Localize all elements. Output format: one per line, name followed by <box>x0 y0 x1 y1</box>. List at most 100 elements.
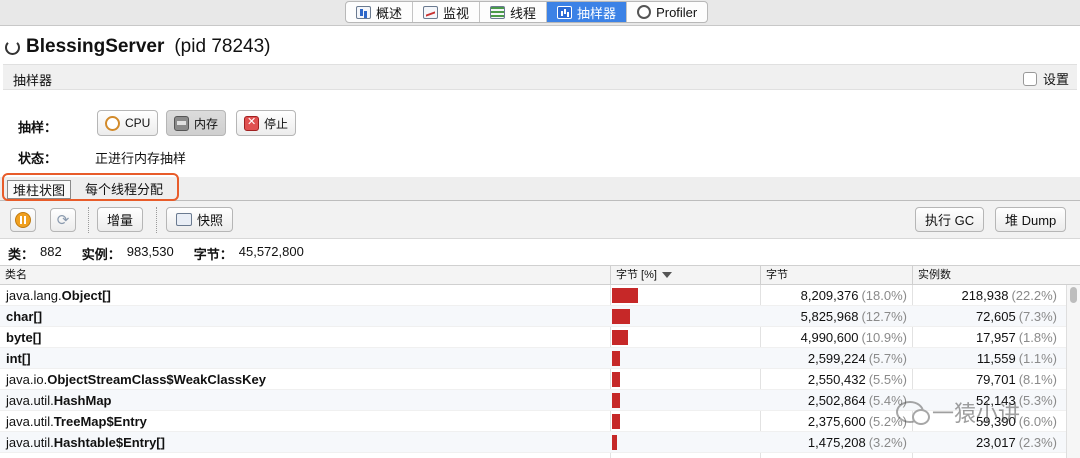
instances-value: 79,701 <box>975 372 1016 387</box>
table-row[interactable]: int[] 2,599,224 (5.7%) 11,559 (1.1%) <box>0 348 1066 369</box>
heap-dump-button[interactable]: 堆 Dump <box>995 207 1067 232</box>
view-tabs: 概述 监视 线程 抽样器 Profiler <box>345 1 709 23</box>
bytes-label: 字节： <box>193 247 233 262</box>
instances-value: 11,559 <box>976 351 1016 366</box>
header-class-name: 类名 <box>5 269 27 281</box>
bytes-percent: (5.7%) <box>868 351 907 366</box>
bytes-cell: 2,502,864 (5.4%) <box>762 390 912 411</box>
bytes-value: 2,550,432 <box>807 372 866 387</box>
column-header-instances[interactable]: 实例数 <box>912 266 1080 285</box>
instances-cell: 11,559 (1.1%) <box>914 348 1062 369</box>
pause-icon <box>15 212 31 228</box>
loading-spinner-icon <box>5 39 20 55</box>
page-title: BlessingServer (pid 78243) <box>5 36 270 58</box>
watermark-text: 一猿小讲 <box>932 401 1021 426</box>
memory-sample-button[interactable]: 内存 <box>166 110 227 136</box>
tab-sampler[interactable]: 抽样器 <box>547 2 628 22</box>
instances-percent: (1.8%) <box>1018 330 1057 345</box>
instances-cell: 218,938 (22.2%) <box>914 285 1062 306</box>
bytes-value: 2,375,600 <box>807 414 866 429</box>
instances-percent: (1.1%) <box>1018 351 1057 366</box>
status-value: 正进行内存抽样 <box>95 151 187 166</box>
class-simple-name: char[] <box>6 309 43 324</box>
bytes-cell: 5,825,968 (12.7%) <box>762 306 912 327</box>
class-simple-name: Object[] <box>61 288 111 303</box>
header-instances: 实例数 <box>918 269 951 281</box>
summary-line: 类： 882 实例： 983,530 字节： 45,572,800 <box>8 244 304 263</box>
instances-cell: 17,957 (1.8%) <box>914 327 1062 348</box>
tab-profiler[interactable]: Profiler <box>627 2 707 22</box>
header-bytes: 字节 <box>766 269 788 281</box>
table-row[interactable]: char[] 5,825,968 (12.7%) 72,605 (7.3%) <box>0 306 1066 327</box>
bytes-value: 2,599,224 <box>807 351 866 366</box>
top-tab-strip: 概述 监视 线程 抽样器 Profiler <box>0 0 1080 26</box>
class-name-cell: int[] <box>6 348 31 369</box>
instances-cell: 79,701 (8.1%) <box>914 369 1062 390</box>
settings-checkbox[interactable] <box>1022 71 1037 86</box>
column-header-bytes-pct[interactable]: 字节 [%] <box>610 266 760 285</box>
class-simple-name: int[] <box>6 351 31 366</box>
class-simple-name: HashMap <box>53 393 112 408</box>
scrollbar-thumb[interactable] <box>1070 287 1077 303</box>
watermark: 一猿小讲 <box>896 396 1020 428</box>
settings-toggle[interactable]: 设置 <box>1022 69 1069 88</box>
cpu-sample-button[interactable]: CPU <box>97 110 159 136</box>
pause-button[interactable] <box>10 208 36 232</box>
instances-percent: (2.3%) <box>1018 435 1057 450</box>
app-name: BlessingServer <box>26 36 165 57</box>
overview-icon <box>356 5 371 19</box>
bytes-bar <box>612 309 631 324</box>
table-header: 类名 字节 [%] 字节 实例数 <box>0 265 1080 285</box>
stop-icon <box>244 115 259 131</box>
snapshot-button[interactable]: 快照 <box>166 207 234 232</box>
tab-overview-label: 概述 <box>376 5 403 21</box>
bytes-value: 4,990,600 <box>800 330 859 345</box>
table-row[interactable]: java.util.Hashtable$Entry[] 1,475,208 (3.… <box>0 432 1066 453</box>
bytes-percent: (18.0%) <box>861 288 907 303</box>
sampler-section-header: 抽样器 设置 <box>3 64 1077 90</box>
bytes-cell: 1,475,208 (3.2%) <box>762 432 912 453</box>
sort-descending-icon <box>661 272 672 279</box>
instances-value: 72,605 <box>975 309 1016 324</box>
memory-button-label: 内存 <box>194 116 219 131</box>
tab-threads[interactable]: 线程 <box>480 2 548 22</box>
class-package: java.io. <box>6 372 48 387</box>
column-header-class-name[interactable]: 类名 <box>0 266 610 285</box>
bytes-bar <box>612 330 628 345</box>
table-row[interactable]: java.io.ObjectStreamClass$WeakClassKey 2… <box>0 369 1066 390</box>
table-row[interactable]: byte[] 4,990,600 (10.9%) 17,957 (1.8%) <box>0 327 1066 348</box>
class-name-cell: java.util.HashMap <box>6 390 112 411</box>
class-name-cell: char[] <box>6 306 42 327</box>
bytes-bar <box>612 372 620 387</box>
class-simple-name: TreeMap$Entry <box>53 414 147 429</box>
highlight-box <box>2 173 179 201</box>
class-package: java.lang. <box>6 288 62 303</box>
class-name-cell: java.lang.Object[] <box>6 285 111 306</box>
table-scrollbar[interactable] <box>1066 285 1080 458</box>
section-title: 抽样器 <box>13 73 53 88</box>
refresh-button[interactable]: ⟳ <box>50 208 76 232</box>
instances-cell: 72,605 (7.3%) <box>914 306 1062 327</box>
bytes-bar <box>612 351 621 366</box>
bytes-bar <box>612 414 620 429</box>
column-header-bytes[interactable]: 字节 <box>760 266 912 285</box>
tab-monitor[interactable]: 监视 <box>413 2 481 22</box>
bytes-percent: (12.7%) <box>861 309 907 324</box>
refresh-icon: ⟳ <box>56 212 70 229</box>
tab-overview[interactable]: 概述 <box>346 2 414 22</box>
delta-button[interactable]: 增量 <box>97 207 144 232</box>
stop-button[interactable]: 停止 <box>236 110 297 136</box>
classes-count: 882 <box>40 244 62 259</box>
bytes-value: 2,502,864 <box>807 393 866 408</box>
class-package: java.util. <box>6 414 54 429</box>
bytes-value: 5,825,968 <box>800 309 859 324</box>
status-label: 状态： <box>18 151 58 166</box>
bytes-bar <box>612 288 639 303</box>
toolbar-separator <box>88 207 89 233</box>
memory-icon <box>174 115 189 131</box>
wechat-logo-icon <box>896 401 930 425</box>
instances-value: 23,017 <box>975 435 1016 450</box>
monitor-icon <box>423 5 439 19</box>
perform-gc-button[interactable]: 执行 GC <box>915 207 985 232</box>
table-row[interactable]: java.lang.Object[] 8,209,376 (18.0%) 218,… <box>0 285 1066 306</box>
